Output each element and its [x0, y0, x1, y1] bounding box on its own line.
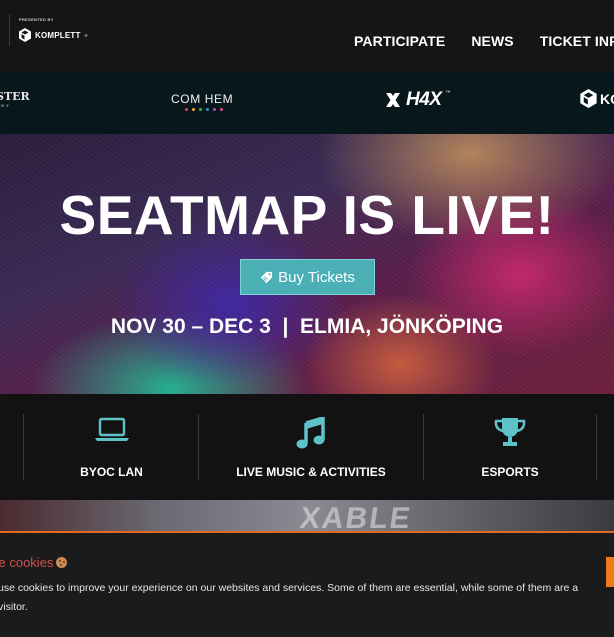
hero-title: SEATMAP IS LIVE! — [59, 184, 555, 246]
comhem-dot — [213, 108, 216, 111]
nav-ticket-info[interactable]: TICKET INFO — [540, 33, 614, 49]
comhem-dot — [220, 108, 223, 111]
features-row: BYOC LAN LIVE MUSIC & ACTIVITIES ESPORTS — [0, 394, 614, 500]
feature-divider — [596, 414, 597, 480]
sponsor-strip: STER RGY COM HEM H4X ™ KO — [0, 72, 614, 134]
cookie-title: se cookies — [0, 555, 68, 570]
site-header: PRESENTED BY KOMPLETT ® PARTICIPATE NEWS… — [0, 0, 614, 72]
feature-live-music[interactable]: LIVE MUSIC & ACTIVITIES — [199, 414, 423, 480]
komplett-strip-logo-text: KO — [600, 90, 614, 107]
event-date-location: NOV 30 – DEC 3 | ELMIA, JÖNKÖPING — [110, 315, 504, 338]
music-note-icon — [296, 417, 325, 449]
komplett-logo-tm: ® — [84, 32, 88, 38]
komplett-logo-text: KOMPLETT — [35, 30, 81, 40]
laptop-icon — [94, 417, 129, 441]
page: PRESENTED BY KOMPLETT ® PARTICIPATE NEWS… — [0, 0, 614, 637]
feature-esports[interactable]: ESPORTS — [424, 414, 596, 480]
feature-label: ESPORTS — [481, 465, 539, 479]
monster-energy-logo[interactable]: STER RGY — [0, 91, 30, 110]
feature-label: BYOC LAN — [80, 465, 143, 479]
nav-news[interactable]: NEWS — [471, 33, 513, 49]
comhem-dot — [206, 108, 209, 111]
cookie-description: use cookies to improve your experience o… — [0, 582, 579, 613]
komplett-logo[interactable]: KOMPLETT ® — [19, 28, 88, 42]
cookie-banner: se cookies use cookies to improve your e… — [0, 531, 614, 637]
h4x-cross-icon — [386, 93, 400, 107]
presented-by-label: PRESENTED BY — [19, 17, 54, 22]
photo-banner-text: XABLE — [297, 502, 415, 532]
event-photo: XABLE — [0, 500, 614, 532]
feature-label: LIVE MUSIC & ACTIVITIES — [236, 465, 386, 479]
comhem-dot — [192, 108, 195, 111]
buy-tickets-button[interactable]: Buy Tickets — [240, 259, 375, 295]
nav-participate[interactable]: PARTICIPATE — [354, 33, 445, 49]
comhem-dot — [185, 108, 188, 111]
comhem-logo-dots — [185, 108, 223, 111]
komplett-cube-icon — [19, 28, 31, 42]
trophy-icon — [494, 418, 526, 446]
h4x-logo-tm: ™ — [445, 90, 451, 96]
komplett-cube-icon — [580, 89, 597, 108]
header-divider — [9, 14, 10, 46]
buy-tickets-label: Buy Tickets — [278, 268, 355, 286]
feature-byoc-lan[interactable]: BYOC LAN — [24, 414, 199, 480]
h4x-logo[interactable]: H4X ™ — [384, 89, 450, 111]
ticket-tag-icon — [261, 271, 273, 283]
main-nav: PARTICIPATE NEWS TICKET INFO — [354, 33, 614, 49]
hero-banner: SEATMAP IS LIVE! Buy Tickets NOV 30 – DE… — [0, 134, 614, 394]
comhem-dot — [199, 108, 202, 111]
cookie-accept-button[interactable] — [606, 557, 614, 587]
comhem-logo[interactable]: COM HEM — [171, 92, 233, 106]
h4x-logo-text: H4X — [406, 89, 442, 110]
cookie-emoji-icon — [56, 557, 68, 568]
cookie-title-text: se cookies — [0, 555, 54, 570]
komplett-strip-logo[interactable]: KO — [580, 89, 614, 108]
